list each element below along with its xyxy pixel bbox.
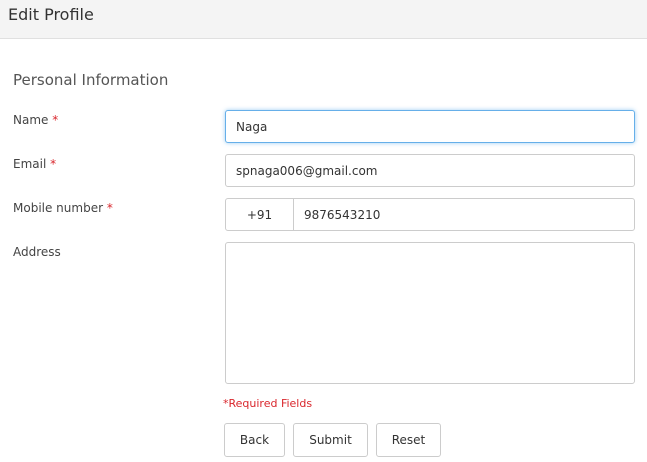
required-fields-note: *Required Fields <box>223 397 313 410</box>
mobile-required-mark: * <box>106 201 113 215</box>
submit-button[interactable]: Submit <box>293 423 368 457</box>
email-label-text: Email <box>13 157 47 171</box>
address-label: Address <box>13 245 61 259</box>
name-label: Name * <box>13 113 58 127</box>
name-required-mark: * <box>52 113 59 127</box>
email-input[interactable] <box>225 154 635 187</box>
mobile-input-group: +91 <box>225 198 635 231</box>
address-textarea[interactable] <box>225 242 635 384</box>
mobile-number-input[interactable] <box>294 199 634 230</box>
name-label-text: Name <box>13 113 49 127</box>
country-code-prefix: +91 <box>226 199 294 230</box>
page-title: Edit Profile <box>8 5 94 24</box>
email-label: Email * <box>13 157 56 171</box>
page-header: Edit Profile <box>0 0 647 39</box>
reset-button[interactable]: Reset <box>376 423 441 457</box>
mobile-label: Mobile number * <box>13 201 113 215</box>
name-input[interactable] <box>225 110 635 143</box>
section-title: Personal Information <box>13 71 169 89</box>
address-label-text: Address <box>13 245 61 259</box>
mobile-label-text: Mobile number <box>13 201 104 215</box>
back-button[interactable]: Back <box>224 423 285 457</box>
email-required-mark: * <box>50 157 57 171</box>
